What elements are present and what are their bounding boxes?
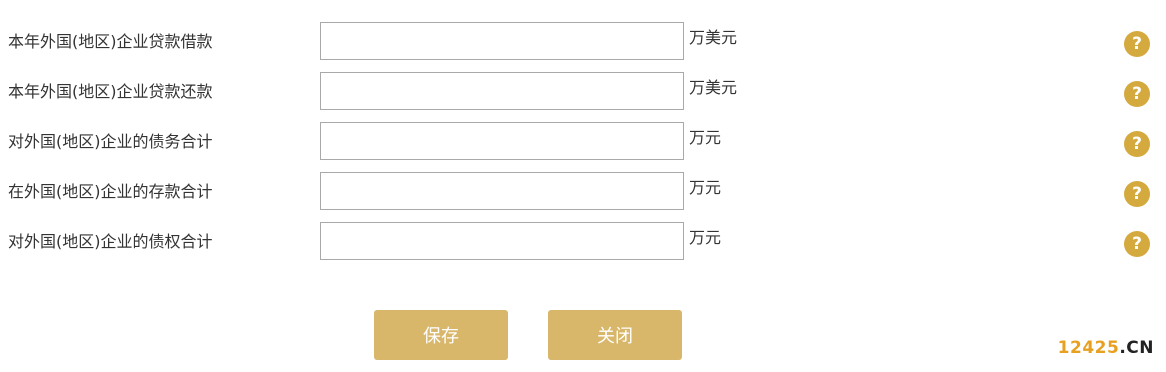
watermark-suffix: .CN xyxy=(1119,338,1154,358)
loan-repayment-input[interactable] xyxy=(320,72,684,110)
form-row-loan-borrowing: 本年外国(地区)企业贷款借款 万美元 ? xyxy=(0,22,1166,60)
loan-borrowing-input[interactable] xyxy=(320,22,684,60)
help-icon[interactable]: ? xyxy=(1124,81,1150,107)
debt-total-unit: 万元 xyxy=(689,128,722,147)
help-icon[interactable]: ? xyxy=(1124,181,1150,207)
site-watermark-logo: 12425.CN xyxy=(1058,338,1154,358)
deposit-total-label: 在外国(地区)企业的存款合计 xyxy=(8,182,213,201)
debt-total-input[interactable] xyxy=(320,122,684,160)
loan-borrowing-label: 本年外国(地区)企业贷款借款 xyxy=(8,32,213,51)
loan-borrowing-unit: 万美元 xyxy=(689,28,738,47)
close-button[interactable]: 关闭 xyxy=(548,310,682,360)
debt-total-label: 对外国(地区)企业的债务合计 xyxy=(8,132,213,151)
watermark-number: 12425 xyxy=(1057,338,1120,358)
loan-repayment-label: 本年外国(地区)企业贷款还款 xyxy=(8,82,213,101)
claims-total-input[interactable] xyxy=(320,222,684,260)
deposit-total-input[interactable] xyxy=(320,172,684,210)
form-row-loan-repayment: 本年外国(地区)企业贷款还款 万美元 ? xyxy=(0,72,1166,110)
help-icon[interactable]: ? xyxy=(1124,231,1150,257)
claims-total-label: 对外国(地区)企业的债权合计 xyxy=(8,232,213,251)
help-icon[interactable]: ? xyxy=(1124,31,1150,57)
save-button[interactable]: 保存 xyxy=(374,310,508,360)
help-icon[interactable]: ? xyxy=(1124,131,1150,157)
form-row-deposit-total: 在外国(地区)企业的存款合计 万元 ? xyxy=(0,172,1166,210)
form-row-claims-total: 对外国(地区)企业的债权合计 万元 ? xyxy=(0,222,1166,260)
loan-repayment-unit: 万美元 xyxy=(689,78,738,97)
deposit-total-unit: 万元 xyxy=(689,178,722,197)
form-row-debt-total: 对外国(地区)企业的债务合计 万元 ? xyxy=(0,122,1166,160)
claims-total-unit: 万元 xyxy=(689,228,722,247)
